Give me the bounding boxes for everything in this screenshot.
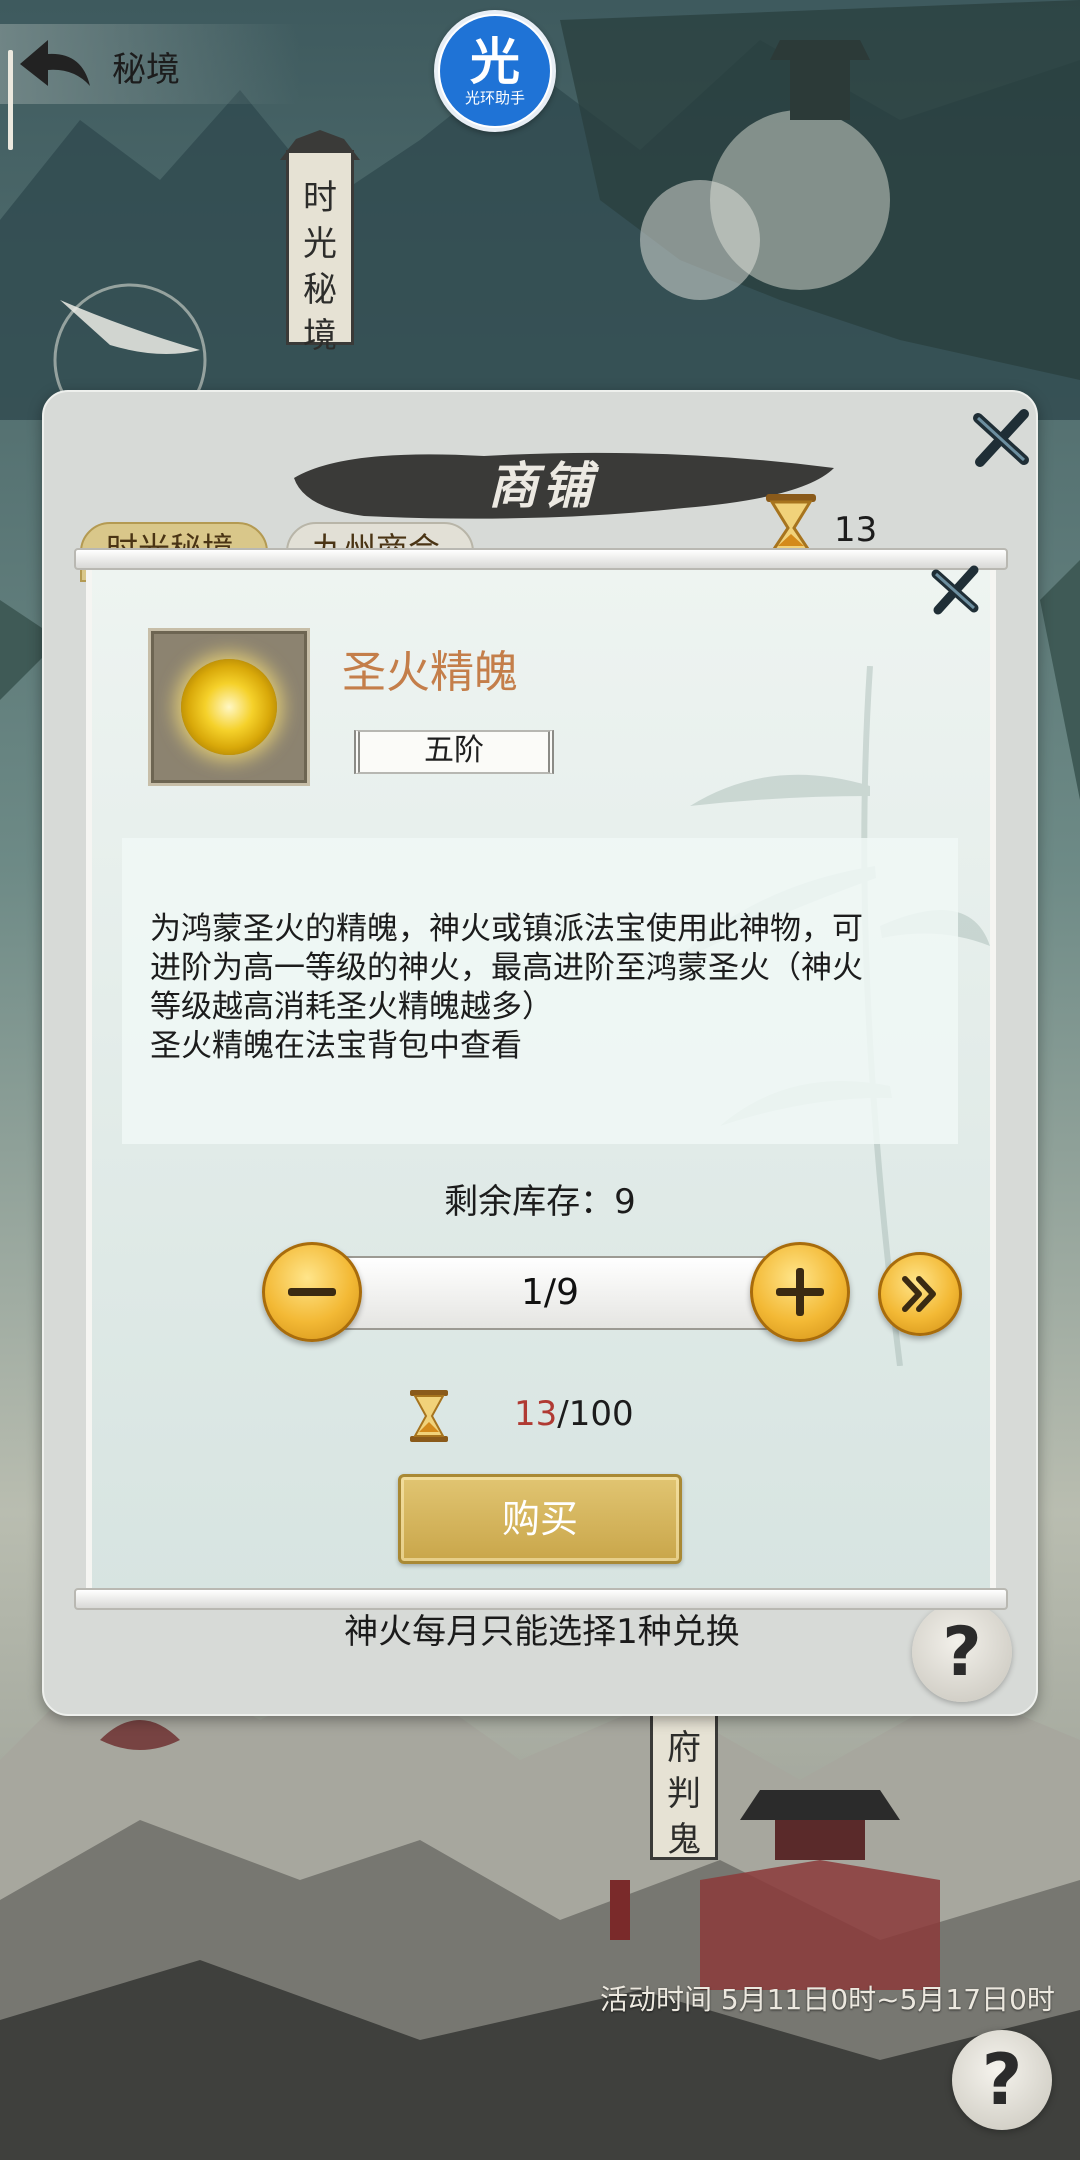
- plus-icon: [776, 1268, 824, 1316]
- banner-char: 秘: [303, 270, 337, 310]
- banner-char: 判: [667, 1774, 701, 1814]
- close-x-icon[interactable]: [926, 562, 984, 620]
- banner-char: 时: [303, 178, 337, 218]
- cost-readout: 13/100: [514, 1394, 634, 1434]
- edge-indicator: [8, 50, 13, 150]
- cost-owned: 13: [514, 1394, 558, 1434]
- description-line: 等级越高消耗圣火精魄越多）: [150, 989, 553, 1025]
- banner-char: 府: [667, 1728, 701, 1768]
- item-name: 圣火精魄: [342, 647, 518, 698]
- page-title: 秘境: [112, 50, 180, 90]
- hourglass-icon: [410, 1390, 448, 1442]
- help-button-shop[interactable]: ?: [912, 1602, 1012, 1702]
- banner-char: 境: [303, 316, 337, 356]
- cost-required: /100: [557, 1394, 634, 1434]
- scroll-rod-top: [74, 548, 1008, 570]
- quantity-display: 1/9: [320, 1256, 780, 1330]
- badge-sub-text: 光环助手: [464, 89, 525, 107]
- question-mark-icon: ?: [942, 1612, 982, 1692]
- shop-footer-note: 神火每月只能选择1种兑换: [344, 1612, 740, 1652]
- badge-inner: 光 光环助手: [440, 16, 550, 126]
- minus-icon: [288, 1288, 336, 1296]
- close-x-icon[interactable]: [966, 404, 1036, 474]
- buy-button[interactable]: 购买: [398, 1474, 682, 1564]
- back-bar[interactable]: 秘境: [0, 24, 300, 104]
- item-icon-frame: [148, 628, 310, 786]
- help-button-page[interactable]: ?: [952, 2030, 1052, 2130]
- sacred-fire-orb-icon: [181, 659, 277, 755]
- assistant-badge[interactable]: 光 光环助手: [434, 10, 556, 132]
- question-mark-icon: ?: [981, 2039, 1023, 2121]
- event-time-text: 活动时间 5月11日0时~5月17日0时: [600, 1983, 1055, 2016]
- double-chevron-right-icon: [902, 1276, 936, 1312]
- max-quantity-button[interactable]: [878, 1252, 962, 1336]
- banner-char: 光: [303, 224, 337, 264]
- description-line: 圣火精魄在法宝背包中查看: [150, 1028, 522, 1064]
- tier-tag: 五阶: [354, 730, 554, 774]
- back-arrow-icon[interactable]: [14, 34, 94, 94]
- item-description: 为鸿蒙圣火的精魄，神火或镇派法宝使用此神物，可 进阶为高一等级的神火，最高进阶至…: [122, 838, 958, 1144]
- stock-remaining: 剩余库存：9: [444, 1182, 636, 1222]
- increase-button[interactable]: [750, 1242, 850, 1342]
- currency-count: 13: [834, 510, 878, 550]
- description-line: 为鸿蒙圣火的精魄，神火或镇派法宝使用此神物，可: [150, 911, 863, 947]
- banner-char: 鬼: [667, 1820, 701, 1860]
- badge-main-text: 光: [470, 33, 520, 91]
- location-banner-top[interactable]: 时 光 秘 境: [286, 150, 354, 356]
- location-banner-bottom[interactable]: 府 判 鬼: [650, 1710, 718, 1860]
- scroll-rod-bottom: [74, 1588, 1008, 1610]
- decrease-button[interactable]: [262, 1242, 362, 1342]
- description-line: 进阶为高一等级的神火，最高进阶至鸿蒙圣火（神火: [150, 950, 863, 986]
- shop-title: 商铺: [488, 457, 596, 515]
